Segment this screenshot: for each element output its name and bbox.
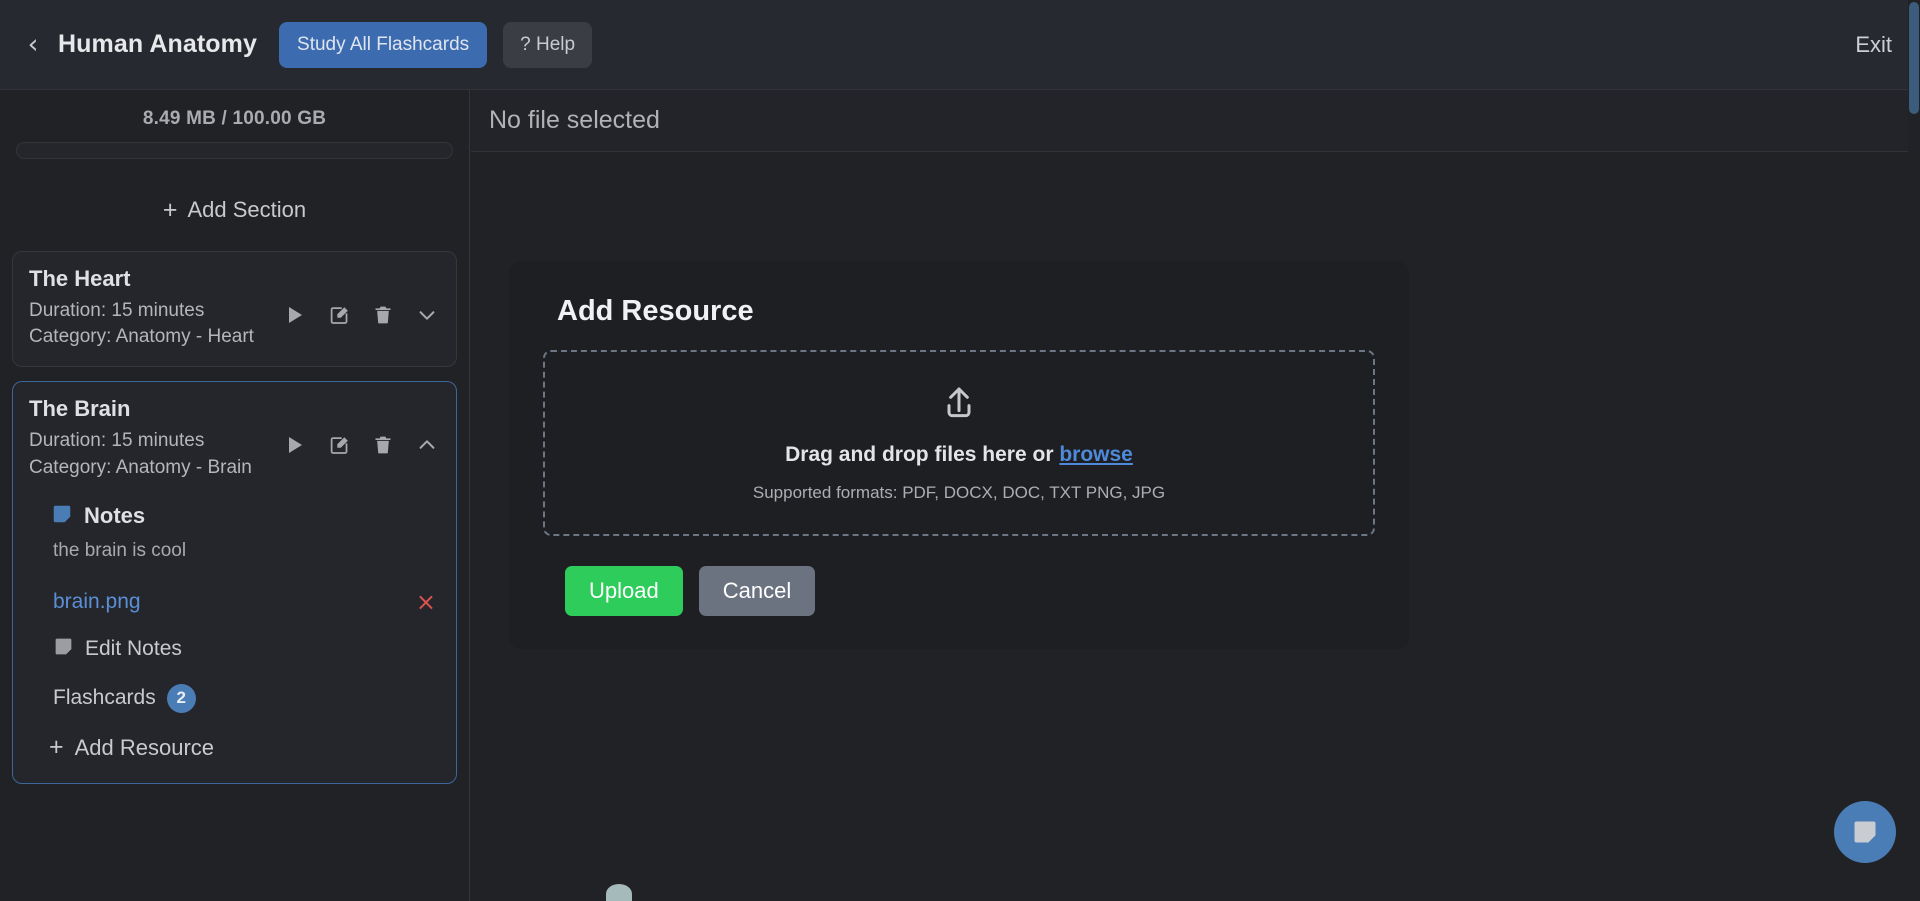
study-all-flashcards-button[interactable]: Study All Flashcards — [279, 21, 488, 68]
scrollbar-thumb[interactable] — [1909, 2, 1919, 114]
flashcards-count-badge: 2 — [166, 683, 196, 713]
app-root: ‹ Human Anatomy Study All Flashcards ? H… — [0, 0, 1920, 901]
plus-icon: + — [49, 733, 64, 762]
edit-icon[interactable] — [326, 302, 352, 328]
section-category: Category: Anatomy - Brain — [29, 456, 252, 478]
note-icon — [51, 503, 73, 530]
exit-button[interactable]: Exit — [1851, 26, 1896, 64]
play-icon[interactable] — [282, 432, 308, 458]
trash-icon[interactable] — [370, 302, 396, 328]
section-title: The Brain — [29, 396, 131, 422]
section-body: Notes the brain is cool brain.png × Edit… — [29, 503, 440, 761]
section-header: The Brain Duration: 15 minutes Category:… — [29, 396, 440, 480]
trash-icon[interactable] — [370, 432, 396, 458]
page-title: Human Anatomy — [58, 30, 258, 58]
add-resource-modal: Add Resource Drag and drop files here or… — [509, 261, 1409, 649]
main-header: No file selected — [471, 90, 1920, 152]
modal-actions: Upload Cancel — [565, 566, 1381, 616]
resource-row: brain.png × — [53, 590, 436, 614]
note-icon — [1854, 821, 1876, 843]
back-chevron-icon[interactable]: ‹ — [18, 30, 48, 60]
section-card-the-brain[interactable]: The Brain Duration: 15 minutes Category:… — [12, 381, 457, 784]
dropzone-main-text: Drag and drop files here or browse — [785, 443, 1133, 467]
add-section-label: Add Section — [187, 197, 307, 222]
notes-title: Notes — [84, 503, 146, 529]
note-icon — [53, 636, 74, 662]
add-resource-row[interactable]: + Add Resource — [49, 735, 440, 761]
section-card-the-heart[interactable]: The Heart Duration: 15 minutes Category:… — [12, 251, 457, 368]
resource-link[interactable]: brain.png — [53, 590, 141, 614]
remove-resource-icon[interactable]: × — [416, 590, 436, 614]
section-actions — [282, 432, 440, 458]
chevron-down-icon[interactable] — [414, 302, 440, 328]
cancel-button[interactable]: Cancel — [698, 566, 816, 616]
supported-formats-label: Supported formats: PDF, DOCX, DOC, TXT P… — [752, 482, 1166, 502]
play-icon[interactable] — [282, 302, 308, 328]
flashcards-row[interactable]: Flashcards 2 — [53, 683, 440, 713]
modal-title: Add Resource — [557, 295, 754, 327]
help-button[interactable]: ? Help — [503, 21, 593, 68]
chevron-up-icon[interactable] — [414, 432, 440, 458]
section-actions — [282, 302, 440, 328]
upload-button[interactable]: Upload — [565, 566, 683, 616]
file-dropzone[interactable]: Drag and drop files here or browse Suppo… — [543, 350, 1375, 536]
section-header: The Heart Duration: 15 minutes Category:… — [29, 266, 440, 350]
notes-header: Notes — [51, 503, 440, 530]
mouse-cursor — [606, 884, 632, 901]
section-category: Category: Anatomy - Heart — [29, 326, 254, 348]
top-bar: ‹ Human Anatomy Study All Flashcards ? H… — [0, 0, 1920, 90]
upload-icon — [939, 384, 979, 429]
plus-icon: + — [162, 195, 178, 224]
sidebar: 8.49 MB / 100.00 GB + Add Section The He… — [0, 90, 470, 901]
edit-notes-row[interactable]: Edit Notes — [53, 636, 440, 662]
notes-text: the brain is cool — [53, 539, 187, 561]
section-title: The Heart — [29, 266, 131, 291]
edit-notes-label: Edit Notes — [85, 636, 182, 660]
add-section-button[interactable]: + Add Section — [12, 197, 457, 223]
add-resource-label: Add Resource — [74, 734, 215, 760]
chat-notes-fab-button[interactable] — [1834, 801, 1896, 863]
edit-icon[interactable] — [326, 432, 352, 458]
page-scrollbar[interactable] — [1908, 0, 1920, 901]
browse-link[interactable]: browse — [1059, 443, 1133, 466]
flashcards-label: Flashcards — [53, 686, 156, 710]
dropzone-instruction: Drag and drop files here or — [785, 442, 1054, 466]
storage-progress-bar — [16, 142, 453, 159]
storage-usage-label: 8.49 MB / 100.00 GB — [142, 108, 327, 129]
no-file-selected-label: No file selected — [489, 106, 660, 134]
